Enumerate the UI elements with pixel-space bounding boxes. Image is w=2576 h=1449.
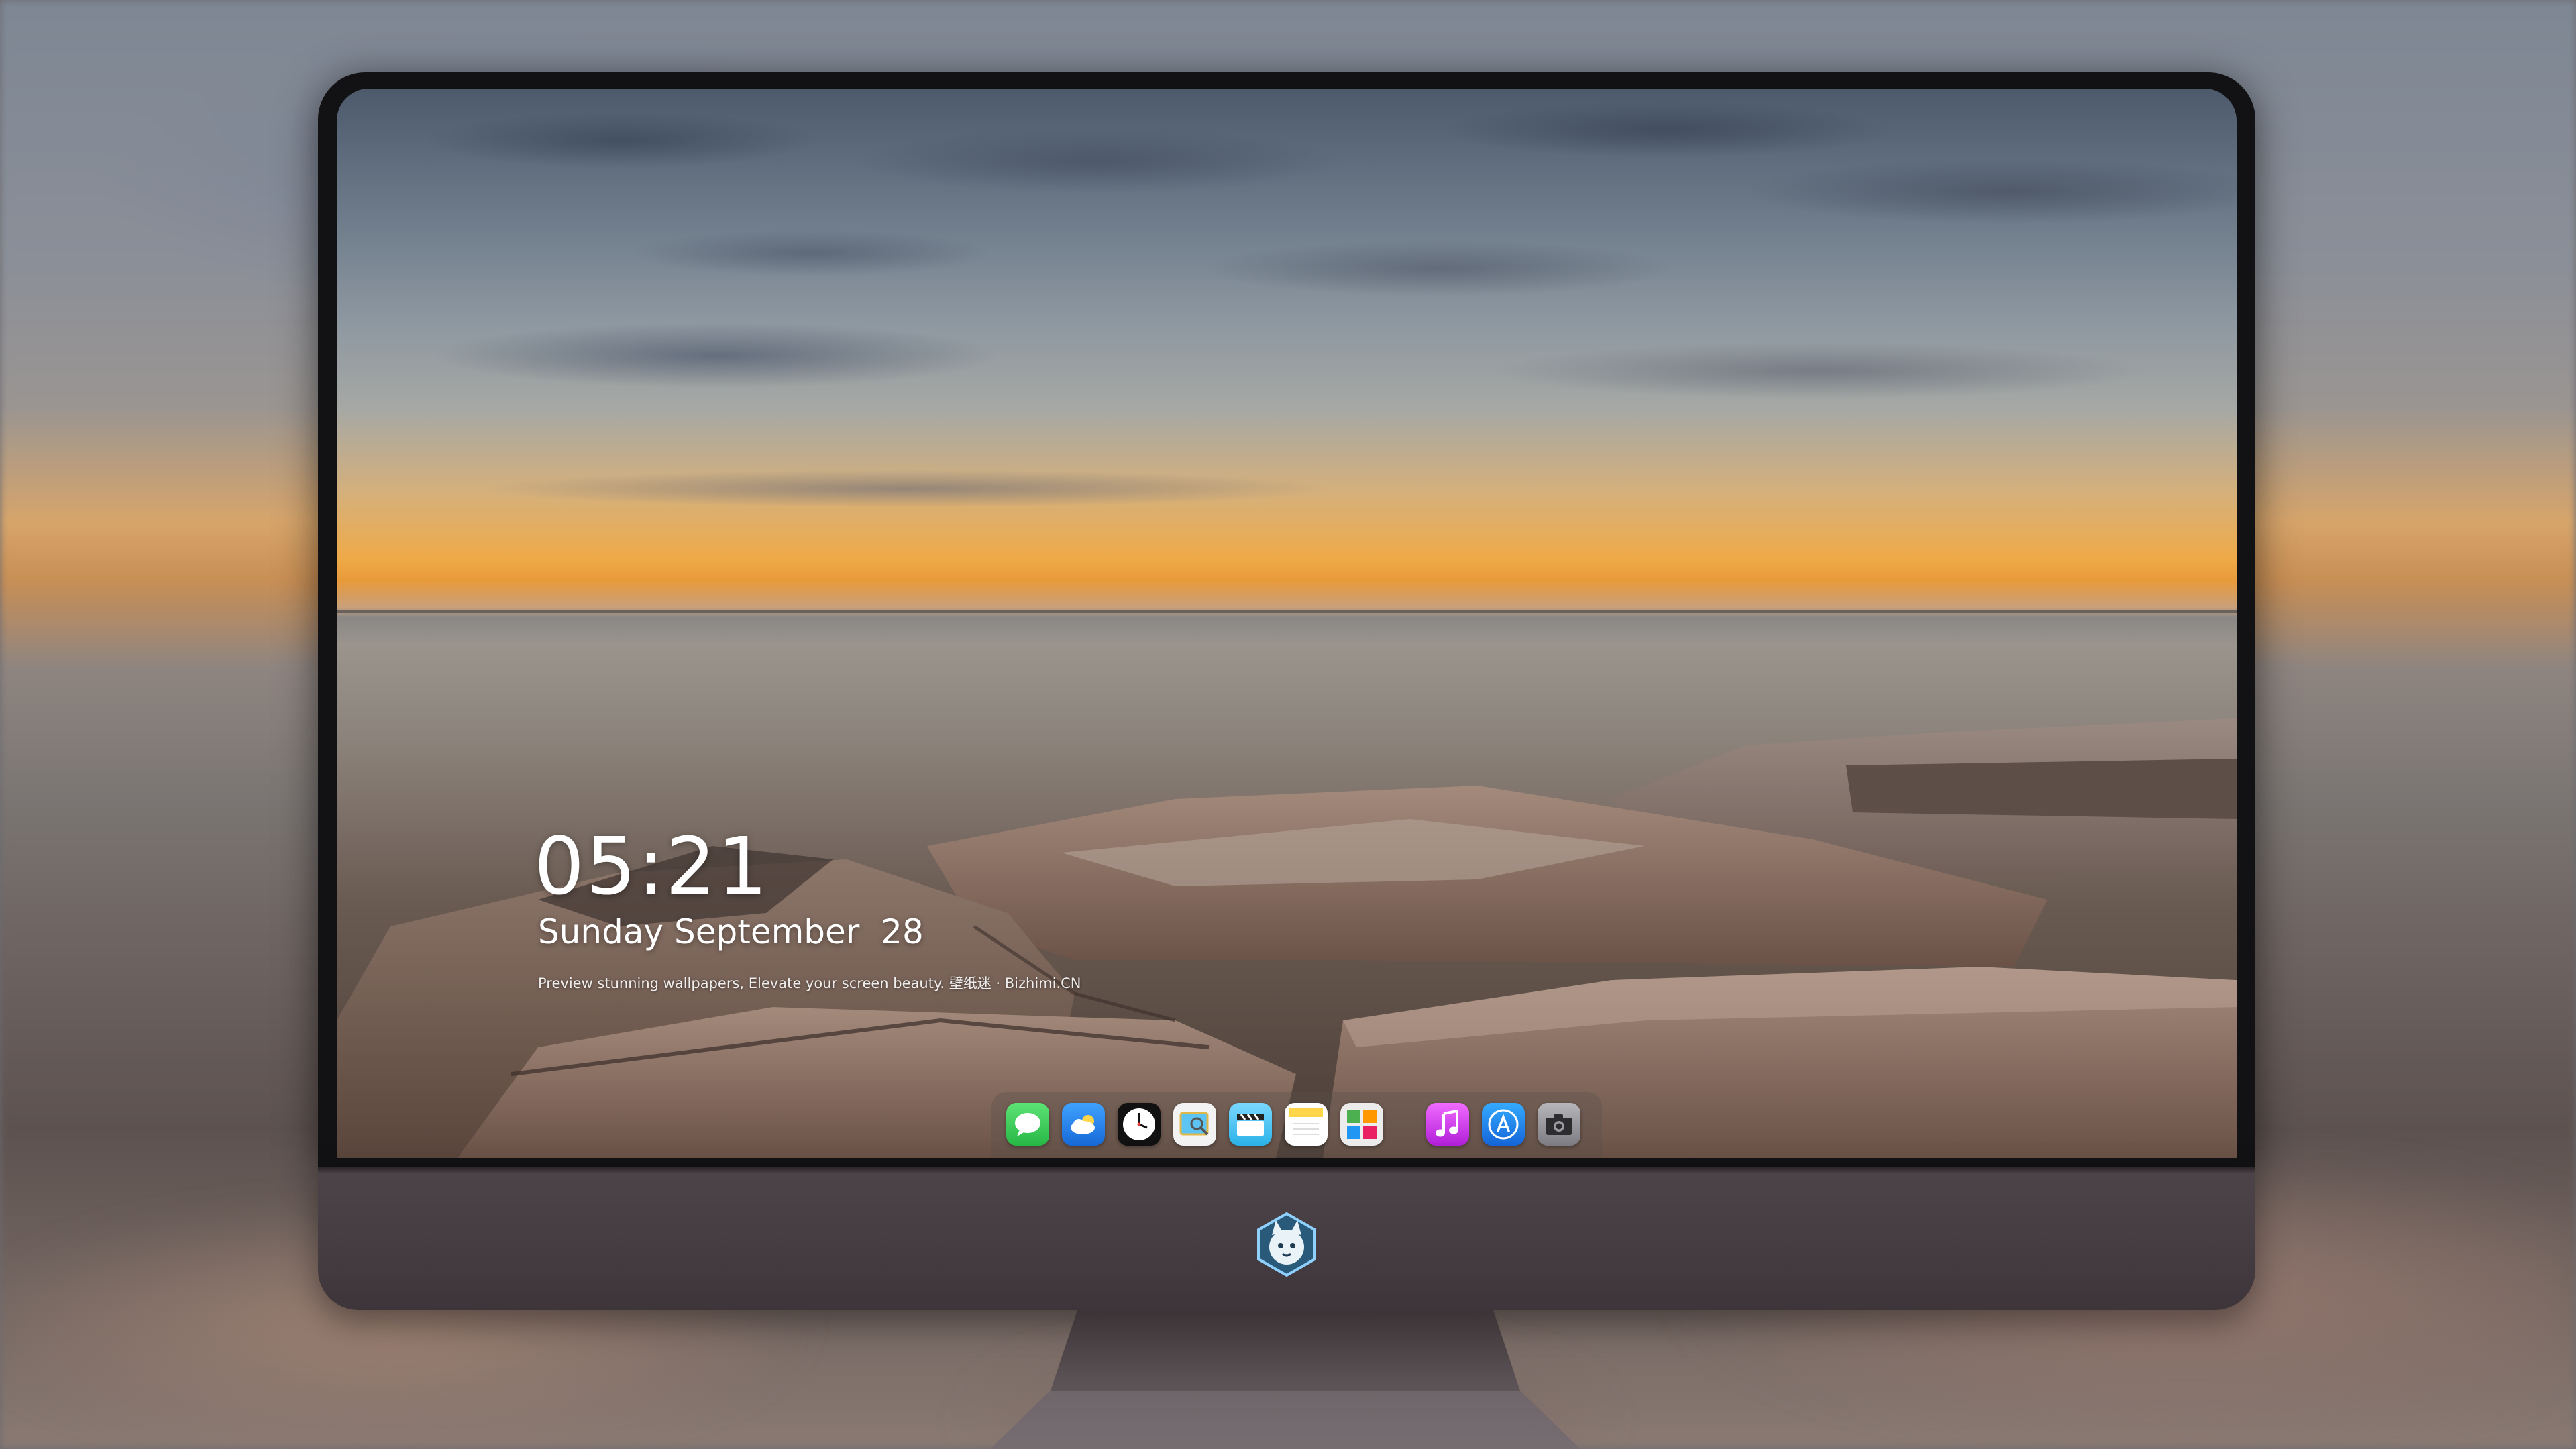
sky-clouds (337, 89, 2237, 602)
preview-icon (1179, 1112, 1209, 1136)
monitor-bezel: 05:21 Sunday September 28 Preview stunni… (318, 72, 2255, 1167)
horizon-line (337, 610, 2237, 613)
camera-icon (1546, 1114, 1572, 1135)
monitor-chin (318, 1167, 2255, 1310)
notes-icon (1289, 1108, 1323, 1135)
dock (991, 1092, 1602, 1157)
dock-clips[interactable] (1229, 1103, 1272, 1146)
app-store-icon (1488, 1109, 1519, 1140)
cloud-icon (1071, 1115, 1095, 1134)
dock-messages[interactable] (1006, 1103, 1049, 1146)
dock-photo-booth[interactable] (1340, 1103, 1383, 1146)
message-bubble-icon (1015, 1113, 1040, 1136)
music-note-icon (1436, 1110, 1458, 1137)
dock-itunes[interactable] (1426, 1103, 1469, 1146)
clapperboard-icon (1237, 1114, 1264, 1136)
monitor-stand (990, 1310, 1580, 1449)
dock-weather[interactable] (1062, 1103, 1105, 1146)
chin-divider (318, 1167, 2255, 1174)
dock-camera[interactable] (1538, 1103, 1580, 1146)
dock-app-store[interactable] (1482, 1103, 1525, 1146)
dock-notes[interactable] (1285, 1103, 1328, 1146)
wallpaper-tagline: Preview stunning wallpapers, Elevate you… (538, 975, 1081, 991)
lock-clock: 05:21 (534, 820, 769, 912)
photo-grid-icon (1347, 1110, 1377, 1139)
lock-date: Sunday September 28 (538, 912, 924, 951)
clock-icon (1123, 1108, 1155, 1140)
desktop-screen[interactable]: 05:21 Sunday September 28 Preview stunni… (337, 89, 2237, 1158)
dock-preview[interactable] (1173, 1103, 1216, 1146)
dock-clock[interactable] (1118, 1103, 1161, 1146)
fox-mascot-logo (1257, 1212, 1316, 1277)
monitor: 05:21 Sunday September 28 Preview stunni… (318, 72, 2255, 1310)
